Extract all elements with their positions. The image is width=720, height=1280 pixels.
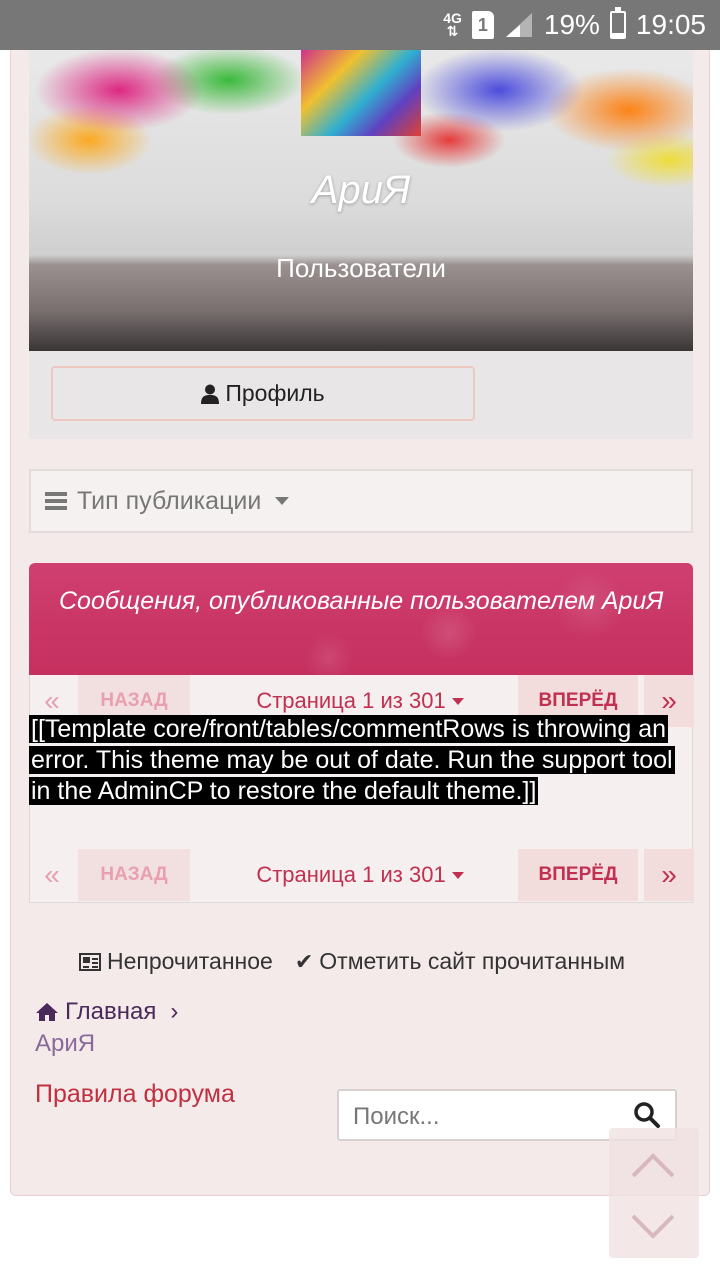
caret-down-icon bbox=[451, 871, 464, 879]
sim-icon: 1 bbox=[471, 11, 494, 39]
user-group: Пользователи bbox=[276, 253, 446, 283]
caret-down-icon bbox=[275, 497, 290, 505]
status-bar: 4G ⇅ 1 19% 19:05 bbox=[0, 0, 720, 50]
posts-title: Сообщения, опубликованные пользователем … bbox=[59, 587, 664, 615]
battery-percent: 19% bbox=[543, 9, 600, 40]
page-indicator: Страница 1 из 301 bbox=[256, 688, 446, 713]
prev-page-button[interactable]: НАЗАД bbox=[78, 849, 190, 901]
footer-actions: Непрочитанное ✔ Отметить сайт прочитанны… bbox=[79, 948, 699, 975]
check-icon: ✔ bbox=[294, 948, 314, 974]
forum-rules-link[interactable]: Правила форума bbox=[35, 1080, 235, 1109]
page-container: АриЯ Пользователи Профиль Тип публикации… bbox=[10, 50, 710, 1196]
profile-button-label: Профиль bbox=[225, 380, 325, 406]
search-icon[interactable] bbox=[633, 1101, 661, 1129]
status-icons: 4G ⇅ 1 19% 19:05 bbox=[443, 0, 706, 50]
search-input[interactable] bbox=[353, 1101, 623, 1133]
menu-icon bbox=[45, 492, 67, 510]
next-page-button[interactable]: ВПЕРЁД bbox=[518, 849, 638, 901]
breadcrumb-current[interactable]: АриЯ bbox=[35, 1030, 178, 1058]
user-icon bbox=[201, 384, 220, 404]
newspaper-icon bbox=[79, 952, 101, 971]
error-message: [[Template core/front/tables/commentRows… bbox=[29, 715, 675, 805]
unread-label: Непрочитанное bbox=[107, 948, 273, 974]
battery-icon bbox=[609, 7, 626, 39]
network-type: 4G bbox=[443, 10, 462, 26]
profile-name: АриЯ bbox=[311, 168, 411, 212]
chevron-right-icon: › bbox=[170, 998, 179, 1025]
scroll-down-icon[interactable] bbox=[629, 1212, 677, 1242]
scroll-controls bbox=[609, 1128, 699, 1258]
unread-link[interactable]: Непрочитанное bbox=[79, 948, 273, 975]
template-error: [[Template core/front/tables/commentRows… bbox=[29, 714, 689, 807]
breadcrumb-home-label: Главная bbox=[65, 998, 157, 1025]
mark-read-label: Отметить сайт прочитанным bbox=[319, 948, 626, 974]
signal-icon bbox=[504, 11, 534, 39]
avatar[interactable] bbox=[301, 50, 421, 136]
filter-label: Тип публикации bbox=[77, 486, 262, 515]
profile-button[interactable]: Профиль bbox=[51, 366, 475, 421]
page-jump[interactable]: Страница 1 из 301 bbox=[210, 849, 510, 901]
clock: 19:05 bbox=[635, 9, 706, 40]
last-page-button[interactable]: » bbox=[644, 849, 694, 901]
profile-tabs: Профиль bbox=[29, 351, 693, 439]
network-indicator: 4G ⇅ bbox=[443, 10, 462, 39]
home-icon bbox=[36, 1003, 58, 1021]
caret-down-icon bbox=[451, 697, 464, 705]
pagination-bottom: « НАЗАД Страница 1 из 301 ВПЕРЁД » bbox=[30, 849, 694, 901]
posts-header: Сообщения, опубликованные пользователем … bbox=[29, 563, 693, 675]
content-type-filter[interactable]: Тип публикации bbox=[29, 469, 693, 533]
breadcrumb: Главная › АриЯ bbox=[35, 998, 178, 1058]
mark-site-read-link[interactable]: ✔ Отметить сайт прочитанным bbox=[295, 948, 625, 975]
breadcrumb-home[interactable]: Главная › bbox=[35, 998, 178, 1026]
first-page-button[interactable]: « bbox=[30, 849, 74, 901]
page-indicator: Страница 1 из 301 bbox=[256, 862, 446, 887]
profile-cover: АриЯ Пользователи bbox=[29, 50, 693, 351]
scroll-up-icon[interactable] bbox=[629, 1150, 677, 1180]
